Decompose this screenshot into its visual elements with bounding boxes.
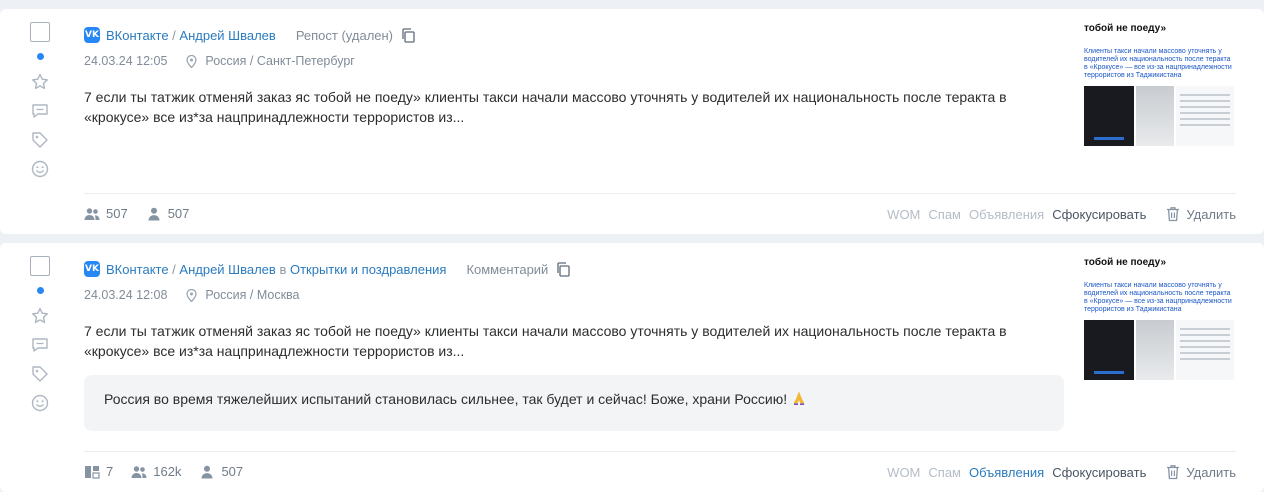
post-text[interactable]: 7 если ты татжик отменяй заказ яс тобой … (84, 87, 1044, 127)
post-datetime: 24.03.24 12:08 (84, 288, 168, 302)
tag-icon[interactable] (30, 364, 50, 384)
smile-icon[interactable] (30, 159, 50, 179)
stat-author-audience: 507 (199, 464, 243, 479)
trash-icon (1166, 464, 1180, 480)
copy-icon[interactable] (401, 28, 415, 43)
thumbnail-images (1084, 320, 1236, 380)
stat-audience: 507 (84, 206, 128, 221)
source-link[interactable]: ВКонтакте (106, 28, 169, 43)
post-meta: 24.03.24 12:08 Россия / Москва (84, 288, 300, 302)
post-sidebar (30, 256, 52, 413)
star-icon[interactable] (30, 72, 50, 92)
post-text[interactable]: 7 если ты татжик отменяй заказ яс тобой … (84, 321, 1044, 361)
stat-author-audience: 507 (146, 206, 189, 221)
group-link[interactable]: Открытки и поздравления (290, 262, 446, 277)
vk-icon: VK (84, 261, 100, 277)
author-link[interactable]: Андрей Швалев (179, 28, 275, 43)
star-icon[interactable] (30, 306, 50, 326)
select-checkbox[interactable] (30, 22, 50, 42)
post-card: VK ВКонтакте / Андрей Швалев Репост (уда… (0, 9, 1264, 234)
post-header: VK ВКонтакте / Андрей Швалев в Открытки … (84, 260, 570, 278)
location-pin-icon (186, 289, 197, 302)
copy-icon[interactable] (556, 262, 570, 277)
post-stats: 507 507 (84, 206, 207, 221)
thumbnail-subtitle: Клиенты такси начали массово уточнять у … (1084, 48, 1232, 79)
source-link[interactable]: ВКонтакте (106, 262, 169, 277)
trash-icon (1166, 206, 1180, 222)
stat-audience: 162k (131, 464, 181, 479)
smile-icon[interactable] (30, 393, 50, 413)
delete-button[interactable]: Удалить (1166, 206, 1236, 222)
post-datetime: 24.03.24 12:05 (84, 54, 168, 68)
comment-icon[interactable] (30, 101, 50, 121)
ads-button[interactable]: Объявления (969, 207, 1044, 222)
wom-button[interactable]: WOM (887, 207, 920, 222)
thumbnail-images (1084, 86, 1236, 146)
spam-button[interactable]: Спам (928, 207, 961, 222)
thumbnail-subtitle: Клиенты такси начали массово уточнять у … (1084, 282, 1232, 313)
post-card: VK ВКонтакте / Андрей Швалев в Открытки … (0, 243, 1264, 492)
spam-button[interactable]: Спам (928, 465, 961, 480)
context-prefix: в (279, 261, 287, 277)
select-checkbox[interactable] (30, 256, 50, 276)
delete-button[interactable]: Удалить (1166, 464, 1236, 480)
focus-button[interactable]: Сфокусировать (1052, 207, 1146, 222)
post-location: Россия / Санкт-Петербург (205, 54, 355, 68)
stat-posts: 7 (84, 464, 113, 479)
divider (84, 193, 1236, 194)
location-pin-icon (186, 55, 197, 68)
post-location: Россия / Москва (205, 288, 300, 302)
vk-icon: VK (84, 27, 100, 43)
user-icon (199, 465, 215, 479)
post-header: VK ВКонтакте / Андрей Швалев Репост (уда… (84, 26, 415, 44)
unread-dot (37, 53, 44, 60)
ads-button[interactable]: Объявления (969, 465, 1044, 480)
post-sidebar (30, 22, 52, 179)
post-thumbnail[interactable]: тобой не поеду» Клиенты такси начали мас… (1084, 257, 1236, 387)
comment-quote: Россия во время тяжелейших испытаний ста… (84, 375, 1064, 431)
post-actions: WOM Спам Объявления Сфокусировать Удалит… (879, 206, 1236, 222)
users-icon (84, 207, 100, 221)
users-icon (131, 465, 147, 479)
comment-icon[interactable] (30, 335, 50, 355)
author-link[interactable]: Андрей Швалев (179, 262, 275, 277)
thumbnail-title: тобой не поеду» (1084, 23, 1167, 34)
focus-button[interactable]: Сфокусировать (1052, 465, 1146, 480)
post-type: Репост (удален) (295, 27, 394, 43)
post-stats: 7 162k 507 (84, 464, 261, 479)
post-thumbnail[interactable]: тобой не поеду» Клиенты такси начали мас… (1084, 23, 1236, 153)
unread-dot (37, 287, 44, 294)
divider (84, 451, 1236, 452)
post-actions: WOM Спам Объявления Сфокусировать Удалит… (879, 464, 1236, 480)
post-meta: 24.03.24 12:05 Россия / Санкт-Петербург (84, 54, 355, 68)
thumbnail-title: тобой не поеду» (1084, 257, 1167, 268)
wom-button[interactable]: WOM (887, 465, 920, 480)
tag-icon[interactable] (30, 130, 50, 150)
posts-icon (84, 465, 100, 479)
praying-hands-icon (793, 391, 805, 405)
post-type: Комментарий (466, 261, 549, 277)
user-icon (146, 207, 162, 221)
